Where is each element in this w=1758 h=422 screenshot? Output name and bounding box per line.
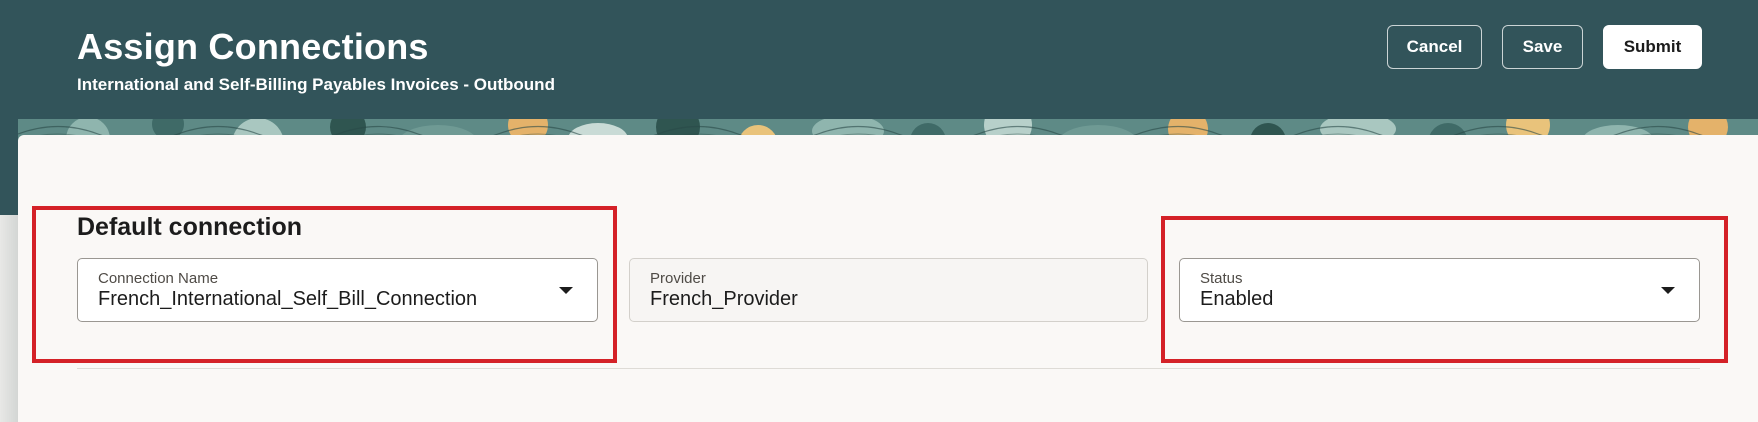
status-label: Status [1200, 270, 1243, 287]
page-subtitle: International and Self-Billing Payables … [77, 75, 555, 94]
status-select[interactable]: Status Enabled [1179, 258, 1700, 322]
cancel-button[interactable]: Cancel [1387, 25, 1482, 69]
submit-button[interactable]: Submit [1603, 25, 1702, 69]
save-button[interactable]: Save [1502, 25, 1583, 69]
chevron-down-icon[interactable] [1661, 287, 1675, 294]
provider-value: French_Provider [650, 288, 798, 310]
connection-name-select[interactable]: Connection Name French_International_Sel… [77, 258, 598, 322]
provider-field: Provider French_Provider [629, 258, 1148, 322]
chevron-down-icon[interactable] [559, 287, 573, 294]
provider-label: Provider [650, 270, 706, 287]
page-title: Assign Connections [77, 26, 429, 67]
section-divider [77, 368, 1700, 369]
content-card: Default connection Connection Name Frenc… [18, 135, 1758, 422]
connection-name-value: French_International_Self_Bill_Connectio… [98, 288, 478, 310]
status-value: Enabled [1200, 288, 1274, 310]
connection-name-label: Connection Name [98, 270, 219, 287]
section-title: Default connection [77, 213, 303, 241]
background-strip [0, 215, 18, 422]
